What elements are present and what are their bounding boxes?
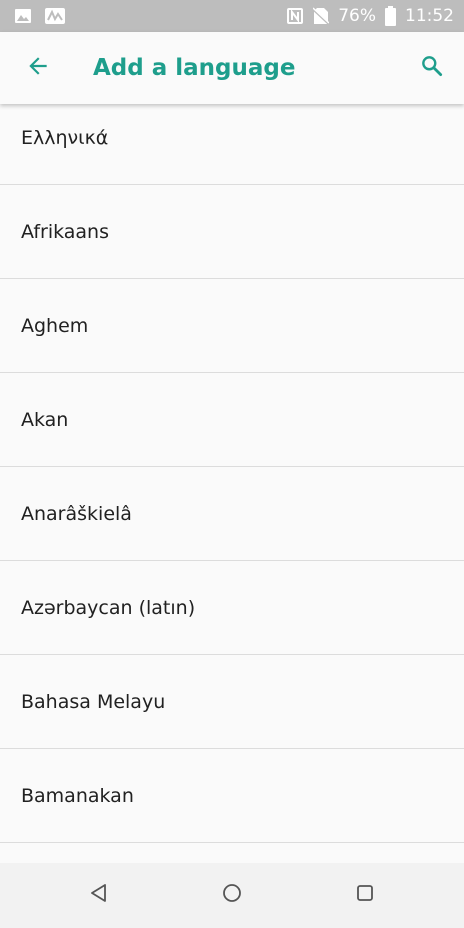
list-item-label: Aghem (21, 314, 89, 337)
list-item-label: Bahasa Melayu (21, 690, 166, 713)
voicemail-icon (44, 7, 66, 25)
list-item-label: Afrikaans (21, 220, 109, 243)
list-item-ellinika[interactable]: Ελληνικά (0, 91, 464, 185)
image-icon (14, 7, 32, 25)
screen: 76% 11:52 Add a language Ελληνικά Afrika… (0, 0, 464, 928)
status-bar-right: 76% 11:52 (286, 6, 454, 26)
list-item-label: Bamanakan (21, 784, 134, 807)
no-sim-icon (313, 7, 330, 25)
list-item-anaraskiela[interactable]: Anarâškielâ (0, 467, 464, 561)
status-time: 11:52 (405, 6, 454, 26)
list-item-azerbaycan[interactable]: Azərbaycan (latın) (0, 561, 464, 655)
status-bar-left (14, 7, 66, 25)
arrow-back-icon (25, 53, 51, 83)
page-title: Add a language (93, 55, 296, 81)
nav-back-icon (88, 882, 110, 908)
status-bar: 76% 11:52 (0, 0, 464, 32)
search-button[interactable] (408, 44, 456, 92)
battery-icon (385, 6, 396, 26)
list-item-label: Anarâškielâ (21, 502, 132, 525)
list-item-aghem[interactable]: Aghem (0, 279, 464, 373)
nfc-icon (286, 7, 304, 25)
list-item-afrikaans[interactable]: Afrikaans (0, 185, 464, 279)
battery-percent: 76% (338, 6, 376, 26)
search-icon (419, 53, 445, 83)
navigation-bar (0, 863, 464, 928)
list-item-label: Akan (21, 408, 69, 431)
back-button[interactable] (14, 44, 62, 92)
nav-home-icon (221, 882, 243, 908)
language-list: Ελληνικά Afrikaans Aghem Akan Anarâškiel… (0, 91, 464, 843)
list-item-akan[interactable]: Akan (0, 373, 464, 467)
nav-home-button[interactable] (208, 871, 256, 919)
list-item-label: Azərbaycan (latın) (21, 596, 196, 619)
list-item-bahasa-melayu[interactable]: Bahasa Melayu (0, 655, 464, 749)
list-item-label: Ελληνικά (21, 126, 109, 149)
nav-back-button[interactable] (75, 871, 123, 919)
app-bar: Add a language (0, 32, 464, 104)
nav-recents-icon (354, 882, 376, 908)
nav-recents-button[interactable] (341, 871, 389, 919)
list-item-bamanakan[interactable]: Bamanakan (0, 749, 464, 843)
